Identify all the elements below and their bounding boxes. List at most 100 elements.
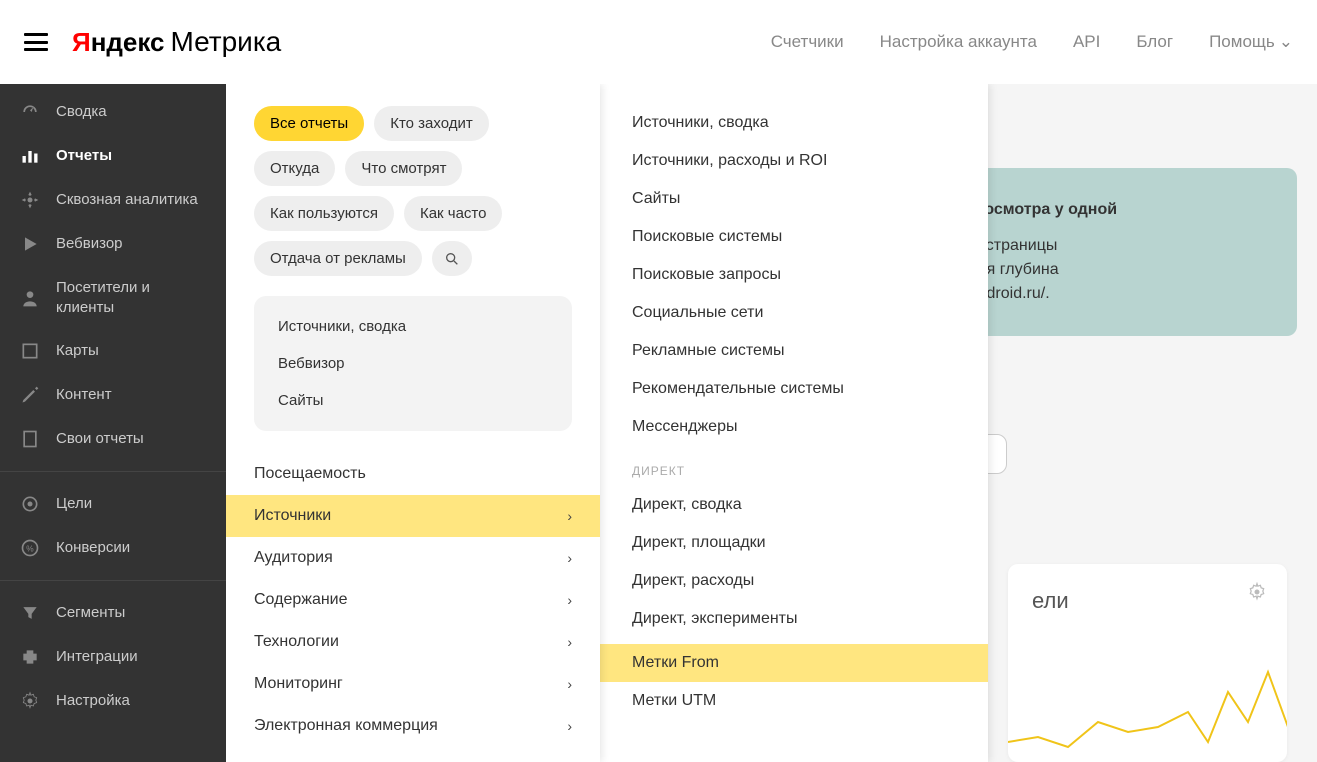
cat-item-monitoring[interactable]: Мониторинг ›: [226, 663, 600, 705]
sidebar-item-maps[interactable]: Карты: [0, 329, 226, 373]
chip-what[interactable]: Что смотрят: [345, 151, 462, 186]
quick-reports: Источники, сводка Вебвизор Сайты: [254, 296, 572, 431]
person-icon: [20, 288, 40, 308]
gear-icon[interactable]: [1247, 582, 1267, 607]
chart-title: ели: [1032, 588, 1263, 614]
sidebar-item-label: Сквозная аналитика: [56, 190, 198, 210]
chevron-down-icon: ⌄: [1279, 32, 1293, 51]
gear-icon: [20, 691, 40, 711]
sub-item[interactable]: Источники, сводка: [600, 104, 988, 142]
sources-submenu: Источники, сводка Источники, расходы и R…: [600, 84, 988, 762]
reports-flyout: Все отчеты Кто заходит Откуда Что смотря…: [226, 84, 600, 762]
cat-item-traffic[interactable]: Посещаемость: [226, 453, 600, 495]
sub-item[interactable]: Директ, эксперименты: [600, 600, 988, 638]
sub-item[interactable]: Директ, площадки: [600, 524, 988, 562]
sidebar-item-summary[interactable]: Сводка: [0, 90, 226, 134]
sub-item[interactable]: Рекомендательные системы: [600, 370, 988, 408]
sidebar-item-visitors[interactable]: Посетители и клиенты: [0, 266, 226, 329]
quick-item[interactable]: Источники, сводка: [254, 308, 572, 345]
search-icon: [444, 251, 460, 267]
filter-icon: [20, 603, 40, 623]
logo-y: Я: [72, 27, 91, 58]
svg-text:%: %: [26, 543, 34, 553]
sub-item[interactable]: Мессенджеры: [600, 408, 988, 446]
sidebar-item-label: Сводка: [56, 102, 107, 122]
chip-how[interactable]: Как пользуются: [254, 196, 394, 231]
sub-item[interactable]: Директ, сводка: [600, 486, 988, 524]
sidebar-item-label: Вебвизор: [56, 234, 123, 254]
sub-item[interactable]: Поисковые запросы: [600, 256, 988, 294]
cat-item-sources[interactable]: Источники ›: [226, 495, 600, 537]
sub-item[interactable]: Социальные сети: [600, 294, 988, 332]
nav-blog[interactable]: Блог: [1136, 32, 1173, 52]
sub-item[interactable]: Рекламные системы: [600, 332, 988, 370]
nav-counters[interactable]: Счетчики: [771, 32, 844, 52]
chip-often[interactable]: Как часто: [404, 196, 503, 231]
logo[interactable]: Яндекс Метрика: [72, 26, 281, 58]
sidebar-item-custom[interactable]: Свои отчеты: [0, 417, 226, 461]
quick-item[interactable]: Сайты: [254, 382, 572, 419]
nav-api[interactable]: API: [1073, 32, 1100, 52]
sidebar-item-label: Цели: [56, 494, 92, 514]
cat-item-tech[interactable]: Технологии ›: [226, 621, 600, 663]
chevron-right-icon: ›: [567, 508, 572, 524]
insight-text: /. Минимальная глубина: [988, 258, 1267, 282]
sidebar-item-label: Настройка: [56, 691, 130, 711]
sidebar-item-label: Интеграции: [56, 647, 138, 667]
sidebar-item-goals[interactable]: Цели: [0, 482, 226, 526]
sub-item[interactable]: Источники, расходы и ROI: [600, 142, 988, 180]
cat-item-audience[interactable]: Аудитория ›: [226, 537, 600, 579]
chip-search-button[interactable]: [432, 241, 472, 276]
cat-item-content[interactable]: Содержание ›: [226, 579, 600, 621]
chevron-right-icon: ›: [567, 676, 572, 692]
insight-card: ь глубины просмотра у одной росмотра — у…: [988, 168, 1297, 336]
sidebar-item-segments[interactable]: Сегменты: [0, 591, 226, 635]
pencil-icon: [20, 385, 40, 405]
gauge-icon: [20, 102, 40, 122]
sidebar-item-label: Конверсии: [56, 538, 130, 558]
header: Яндекс Метрика Счетчики Настройка аккаун…: [0, 0, 1317, 84]
target-icon: [20, 494, 40, 514]
sidebar-item-label: Сегменты: [56, 603, 125, 623]
sidebar-item-settings[interactable]: Настройка: [0, 679, 226, 723]
sidebar-item-conversions[interactable]: % Конверсии: [0, 526, 226, 570]
sidebar-item-content[interactable]: Контент: [0, 373, 226, 417]
cat-item-ecommerce[interactable]: Электронная коммерция ›: [226, 705, 600, 747]
puzzle-icon: [20, 647, 40, 667]
chip-from[interactable]: Откуда: [254, 151, 335, 186]
bar-chart-icon: [20, 146, 40, 166]
sidebar-item-label: Отчеты: [56, 146, 112, 166]
sidebar-item-label: Контент: [56, 385, 112, 405]
sub-heading-direct: ДИРЕКТ: [600, 446, 988, 486]
hamburger-menu-button[interactable]: [24, 33, 48, 51]
chip-all[interactable]: Все отчеты: [254, 106, 364, 141]
sub-item[interactable]: Директ, расходы: [600, 562, 988, 600]
map-icon: [20, 341, 40, 361]
sidebar-item-label: Свои отчеты: [56, 429, 144, 449]
sub-item[interactable]: Сайты: [600, 180, 988, 218]
chevron-right-icon: ›: [567, 634, 572, 650]
sidebar-item-label: Посетители и клиенты: [56, 278, 206, 317]
filter-chips: Все отчеты Кто заходит Откуда Что смотря…: [254, 106, 572, 276]
category-list: Посещаемость Источники › Аудитория › Сод…: [226, 453, 600, 747]
chart-card: ели: [1008, 564, 1287, 762]
chip-ads[interactable]: Отдача от рекламы: [254, 241, 422, 276]
play-icon: [20, 234, 40, 254]
sub-item-from-tags[interactable]: Метки From: [600, 644, 988, 682]
sidebar-item-integrations[interactable]: Интеграции: [0, 635, 226, 679]
sidebar-item-analytics[interactable]: Сквозная аналитика: [0, 178, 226, 222]
chip-who[interactable]: Кто заходит: [374, 106, 489, 141]
quick-item[interactable]: Вебвизор: [254, 345, 572, 382]
sidebar-item-webvisor[interactable]: Вебвизор: [0, 222, 226, 266]
document-icon: [20, 429, 40, 449]
insight-text: https://blog.seodroid.ru/.: [988, 282, 1267, 306]
sub-item[interactable]: Поисковые системы: [600, 218, 988, 256]
date-picker[interactable]: [988, 434, 1007, 474]
nav-account[interactable]: Настройка аккаунта: [880, 32, 1037, 52]
sub-item-utm-tags[interactable]: Метки UTM: [600, 682, 988, 720]
sidebar: Сводка Отчеты Сквозная аналитика Вебвизо…: [0, 84, 226, 762]
chevron-right-icon: ›: [567, 592, 572, 608]
chevron-right-icon: ›: [567, 718, 572, 734]
nav-help[interactable]: Помощь⌄: [1209, 32, 1293, 52]
sidebar-item-reports[interactable]: Отчеты: [0, 134, 226, 178]
